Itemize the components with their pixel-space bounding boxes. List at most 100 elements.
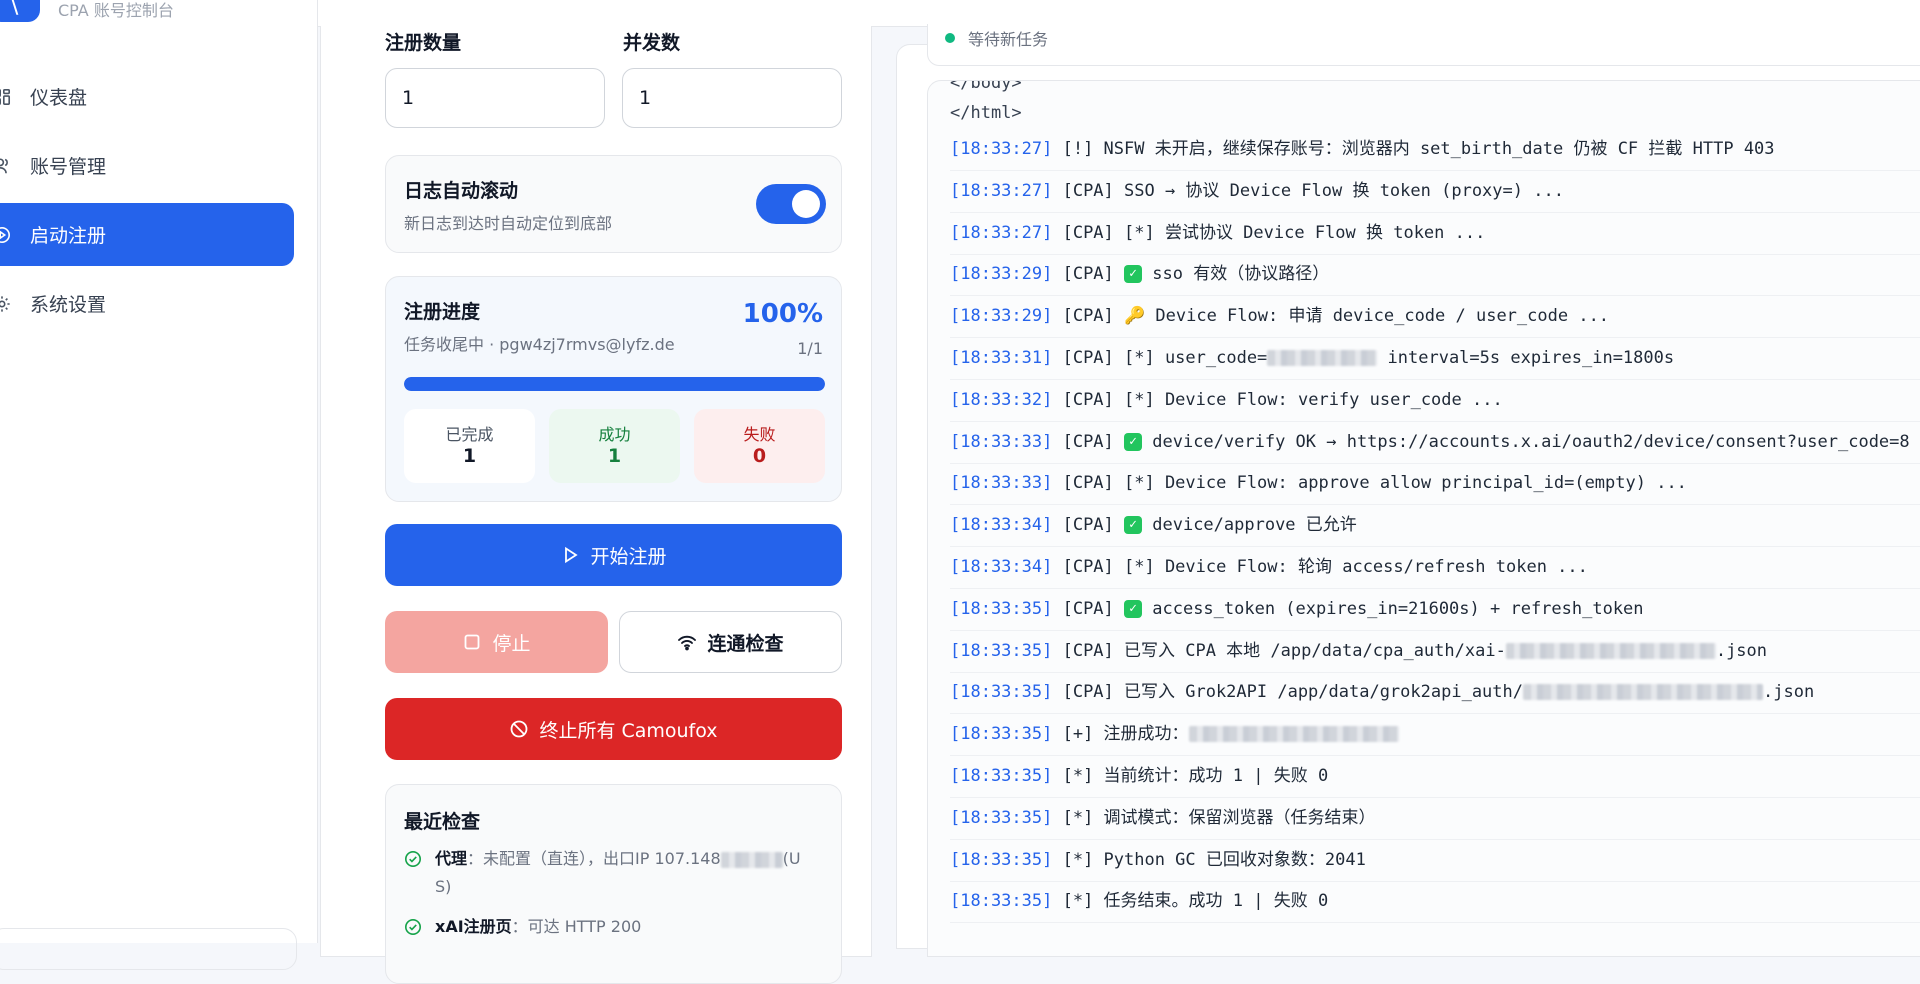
ban-icon (509, 719, 529, 739)
log-message: [*] 调试模式：保留浏览器（任务结束） (1052, 808, 1375, 828)
count-input[interactable] (385, 68, 605, 128)
log-timestamp: [18:33:34] (950, 515, 1052, 535)
log-line: [18:33:29] [CPA] 🔑 Device Flow: 申请 devic… (950, 296, 1920, 338)
app-subtitle: CPA 账号控制台 (58, 0, 174, 21)
sidebar-item-label: 启动注册 (30, 221, 106, 248)
log-message-tail: device/verify OK → https://accounts.x.ai… (1142, 432, 1910, 452)
kill-camoufox-button[interactable]: 终止所有 Camoufox (385, 698, 842, 760)
redacted-ip (721, 852, 783, 868)
log-timestamp: [18:33:32] (950, 390, 1052, 410)
sidebar-nav: 仪表盘 账号管理 启动注册 系统设置 (0, 65, 294, 341)
stat-success-value: 1 (549, 445, 680, 467)
register-control-panel: 注册数量 并发数 日志自动滚动 新日志到达时自动定位到底部 注册进度 任务收尾中… (320, 26, 872, 957)
stat-done-value: 1 (404, 445, 535, 467)
stat-done-label: 已完成 (404, 421, 535, 445)
users-icon (0, 157, 11, 175)
start-register-label: 开始注册 (590, 542, 666, 569)
toggle-knob (792, 190, 820, 218)
recent-check-panel: 最近检查 代理：未配置（直连），出口IP 107.148(US) xAI注册页：… (385, 784, 842, 984)
log-line: [18:33:29] [CPA] ✓ sso 有效（协议路径） (950, 254, 1920, 296)
sidebar-item-settings[interactable]: 系统设置 (0, 272, 294, 335)
autoscroll-toggle[interactable] (756, 184, 826, 224)
xai-detail: ：可达 HTTP 200 (512, 917, 642, 936)
proxy-label: 代理 (435, 849, 467, 868)
log-timestamp: [18:33:35] (950, 682, 1052, 702)
log-line: [18:33:35] [CPA] ✓ access_token (expires… (950, 589, 1920, 631)
status-dot (945, 33, 955, 43)
sidebar-footer[interactable] (0, 928, 297, 970)
log-timestamp: [18:33:35] (950, 850, 1052, 870)
log-message: [CPA] [*] 尝试协议 Device Flow 换 token ... (1052, 223, 1485, 243)
connectivity-check-button[interactable]: 连通检查 (619, 611, 842, 673)
log-line: [18:33:33] [CPA] ✓ device/verify OK → ht… (950, 422, 1920, 464)
proxy-check-row: 代理：未配置（直连），出口IP 107.148(US) (404, 845, 824, 905)
status-text: 等待新任务 (968, 26, 1048, 50)
log-message: [!] NSFW 未开启，继续保存账号：浏览器内 set_birth_date … (1052, 139, 1774, 159)
log-line: [18:33:31] [CPA] [*] user_code= interval… (950, 338, 1920, 380)
log-line: [18:33:33] [CPA] [*] Device Flow: approv… (950, 463, 1920, 505)
play-icon (560, 545, 580, 565)
log-timestamp: [18:33:33] (950, 473, 1052, 493)
log-message: [CPA] (1052, 515, 1124, 535)
log-line: [18:33:35] [*] 任务结束。成功 1 | 失败 0 (950, 881, 1920, 923)
log-line: [18:33:27] [CPA] SSO → 协议 Device Flow 换 … (950, 171, 1920, 213)
stat-fail-value: 0 (694, 445, 825, 467)
stop-button[interactable]: 停止 (385, 611, 608, 673)
log-timestamp: [18:33:31] (950, 348, 1052, 368)
redacted-text (1523, 684, 1763, 700)
redacted-text (1267, 350, 1377, 366)
wifi-icon (677, 632, 697, 652)
log-message: [CPA] [*] Device Flow: 轮询 access/refresh… (1052, 557, 1588, 577)
log-line: [18:33:35] [*] 调试模式：保留浏览器（任务结束） (950, 798, 1920, 840)
log-message-tail: access_token (expires_in=21600s) + refre… (1142, 599, 1644, 619)
log-message-tail: interval=5s expires_in=1800s (1377, 348, 1674, 368)
check-circle-icon (404, 850, 422, 868)
autoscroll-panel: 日志自动滚动 新日志到达时自动定位到底部 (385, 155, 842, 253)
log-line: [18:33:27] [CPA] [*] 尝试协议 Device Flow 换 … (950, 213, 1920, 255)
progress-count: 1/1 (797, 339, 823, 358)
log-message: [CPA] (1052, 599, 1124, 619)
log-timestamp: [18:33:27] (950, 223, 1052, 243)
log-message: [CPA] 已写入 CPA 本地 /app/data/cpa_auth/xai- (1052, 641, 1505, 661)
stat-fail: 失败 0 (694, 409, 825, 483)
check-mark-icon: ✓ (1124, 516, 1142, 534)
gear-icon (0, 295, 11, 313)
log-output[interactable]: </body> </html> [18:33:27] [!] NSFW 未开启，… (927, 80, 1920, 957)
sidebar-item-accounts[interactable]: 账号管理 (0, 134, 294, 197)
autoscroll-subtitle: 新日志到达时自动定位到底部 (404, 210, 612, 234)
progress-subtitle: 任务收尾中 · pgw4zj7rmvs@lyfz.de (404, 331, 675, 355)
log-timestamp: [18:33:34] (950, 557, 1052, 577)
sidebar-item-start-register[interactable]: 启动注册 (0, 203, 294, 266)
progress-bar (404, 377, 825, 391)
check-mark-icon: ✓ (1124, 600, 1142, 618)
log-message: [CPA] (1052, 264, 1124, 284)
progress-percent: 100% (743, 299, 823, 329)
xai-check-text: xAI注册页：可达 HTTP 200 (435, 913, 824, 941)
sidebar-item-dashboard[interactable]: 仪表盘 (0, 65, 294, 128)
log-timestamp: [18:33:35] (950, 891, 1052, 911)
log-timestamp: [18:33:35] (950, 724, 1052, 744)
log-line: [18:33:35] [+] 注册成功： (950, 714, 1920, 756)
log-message: [CPA] 已写入 Grok2API /app/data/grok2api_au… (1052, 682, 1523, 702)
log-timestamp: [18:33:27] (950, 139, 1052, 159)
xai-label: xAI注册页 (435, 917, 512, 936)
concurrency-input[interactable] (622, 68, 842, 128)
stat-fail-label: 失败 (694, 421, 825, 445)
log-message-tail: .json (1763, 682, 1814, 702)
recent-check-title: 最近检查 (404, 807, 480, 834)
sidebar-item-label: 系统设置 (30, 290, 106, 317)
proxy-check-text: 代理：未配置（直连），出口IP 107.148(US) (435, 845, 824, 901)
proxy-region: (U (783, 849, 801, 868)
stat-success: 成功 1 (549, 409, 680, 483)
sidebar: \ CPA 账号控制台 仪表盘 账号管理 启动注册 系统设置 (0, 0, 318, 943)
concurrency-label: 并发数 (623, 28, 680, 55)
log-line: [18:33:34] [CPA] [*] Device Flow: 轮询 acc… (950, 547, 1920, 589)
check-mark-icon: ✓ (1124, 433, 1142, 451)
log-message: [CPA] SSO → 协议 Device Flow 换 token (prox… (1052, 181, 1564, 201)
log-timestamp: [18:33:29] (950, 306, 1052, 326)
log-message: [CPA] (1052, 432, 1124, 452)
log-line: [18:33:35] [CPA] 已写入 CPA 本地 /app/data/cp… (950, 631, 1920, 673)
log-line: [18:33:35] [CPA] 已写入 Grok2API /app/data/… (950, 672, 1920, 714)
start-register-button[interactable]: 开始注册 (385, 524, 842, 586)
redacted-text (1189, 726, 1399, 742)
